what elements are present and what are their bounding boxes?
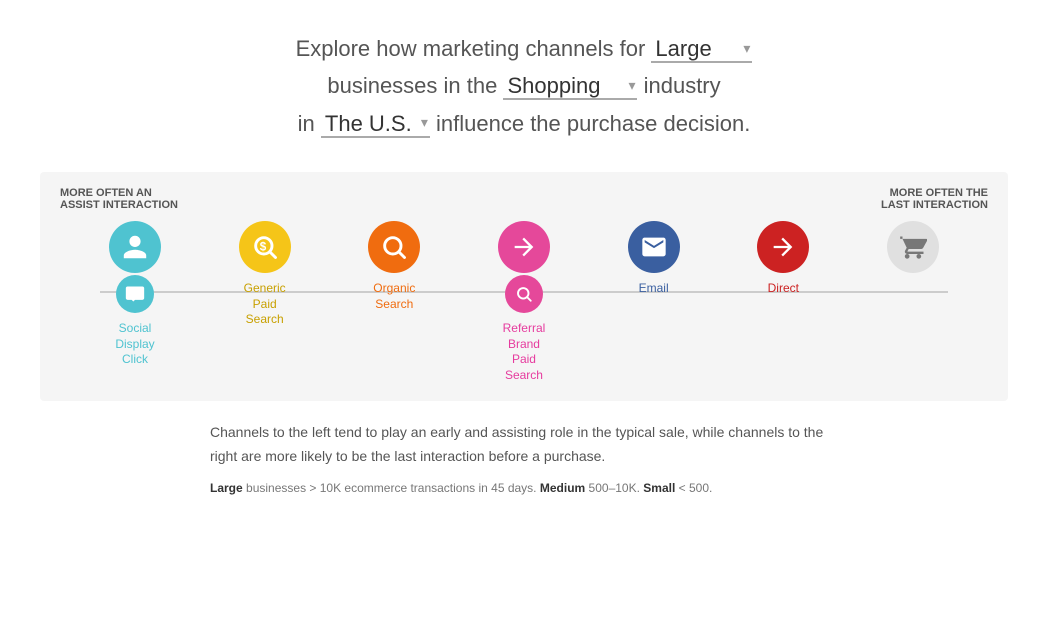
channel-referral: ReferralBrandPaidSearch: [469, 221, 579, 383]
right-label-sub: LAST INTERACTION: [881, 199, 988, 211]
footer-medium-range: 500–10K.: [589, 481, 644, 495]
social-icons-group: [109, 221, 161, 313]
size-select-wrapper[interactable]: Large Medium Small: [651, 30, 752, 67]
brand-paid-icon: [505, 275, 543, 313]
header-suffix-3: influence the purchase decision.: [436, 111, 750, 136]
organic-search-icon: [368, 221, 420, 273]
channel-social: SocialDisplayClick: [80, 221, 190, 368]
generic-paid-icon: $: [239, 221, 291, 273]
right-label: MORE OFTEN THE LAST INTERACTION: [881, 187, 988, 211]
footer-medium: Medium: [540, 481, 585, 495]
direct-icons-group: [757, 221, 809, 273]
industry-suffix: industry: [644, 73, 721, 98]
cart-icon: [887, 221, 939, 273]
email-icon: [628, 221, 680, 273]
email-label: Email: [639, 281, 669, 297]
footer-text: businesses > 10K ecommerce transactions …: [246, 481, 540, 495]
footer-large: Large: [210, 481, 243, 495]
organic-search-label: OrganicSearch: [373, 281, 415, 312]
channel-email: Email: [599, 221, 709, 297]
header-sentence: Explore how marketing channels for Large…: [40, 30, 1008, 142]
right-label-main: MORE OFTEN THE: [881, 187, 988, 199]
direct-icon: [757, 221, 809, 273]
social-icon-bottom: [116, 275, 154, 313]
region-select[interactable]: The U.S. UK Canada Australia: [321, 111, 430, 138]
referral-label: ReferralBrandPaidSearch: [503, 321, 546, 383]
cart-icons-group: [887, 221, 939, 273]
industry-select-wrapper[interactable]: Shopping Finance Technology Travel Healt…: [503, 67, 637, 104]
channel-direct: Direct: [728, 221, 838, 297]
direct-label: Direct: [768, 281, 799, 297]
email-icons-group: [628, 221, 680, 273]
referral-icon: [498, 221, 550, 273]
generic-paid-icons-group: $: [239, 221, 291, 273]
channel-generic-paid: $ GenericPaidSearch: [210, 221, 320, 328]
social-label: SocialDisplayClick: [115, 321, 154, 368]
left-label-main: MORE OFTEN AN: [60, 187, 178, 199]
left-label: MORE OFTEN AN ASSIST INTERACTION: [60, 187, 178, 211]
left-label-sub: ASSIST INTERACTION: [60, 199, 178, 211]
footer-small: Small: [643, 481, 675, 495]
organic-search-icons-group: [368, 221, 420, 273]
header-prefix-1: Explore how marketing channels for: [296, 36, 646, 61]
channel-cart: [858, 221, 968, 281]
header-prefix-2: businesses in the: [327, 73, 497, 98]
industry-select[interactable]: Shopping Finance Technology Travel Healt…: [503, 73, 637, 100]
generic-paid-label: GenericPaidSearch: [244, 281, 286, 328]
main-container: Explore how marketing channels for Large…: [0, 0, 1048, 515]
timeline-container: SocialDisplayClick $ GenericPaidSearch: [70, 221, 978, 381]
region-select-wrapper[interactable]: The U.S. UK Canada Australia: [321, 105, 430, 142]
chart-area: MORE OFTEN AN ASSIST INTERACTION MORE OF…: [40, 172, 1008, 401]
svg-text:$: $: [259, 241, 266, 254]
size-select[interactable]: Large Medium Small: [651, 36, 752, 63]
referral-icons-group: [498, 221, 550, 313]
header-prefix-3: in: [298, 111, 315, 136]
description-text: Channels to the left tend to play an ear…: [40, 421, 1008, 469]
channel-organic-search: OrganicSearch: [339, 221, 449, 312]
social-icon-top: [109, 221, 161, 273]
channels-row: SocialDisplayClick $ GenericPaidSearch: [70, 221, 978, 383]
footer-note: Large businesses > 10K ecommerce transac…: [40, 481, 1008, 495]
chart-labels: MORE OFTEN AN ASSIST INTERACTION MORE OF…: [60, 187, 988, 211]
footer-small-range: < 500.: [679, 481, 713, 495]
